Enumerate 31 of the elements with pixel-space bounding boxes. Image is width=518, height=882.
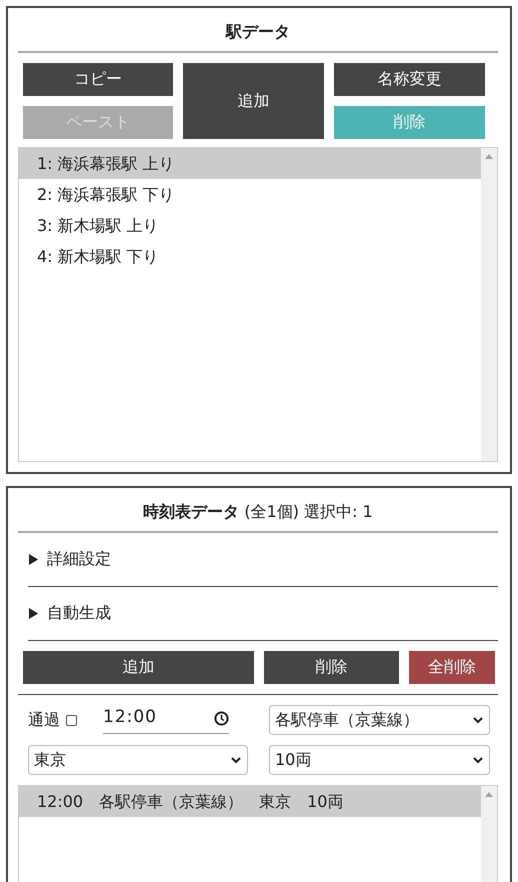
scroll-up-icon [485,792,493,797]
selection-text: 選択中: 1 [304,502,373,521]
panel-title: 駅データ [226,22,290,41]
scroll-up-icon [485,154,493,159]
train-type-select[interactable]: 各駅停車（京葉線） [269,705,490,735]
section-toggle[interactable]: 詳細設定 [47,549,111,570]
rename-button[interactable]: 名称変更 [334,63,485,96]
scrollbar[interactable] [481,148,497,461]
station-item[interactable]: 4: 新木場駅 下り [19,241,481,272]
add-button[interactable]: 追加 [23,651,254,684]
scrollbar[interactable] [481,786,497,882]
chevron-icon [231,756,241,764]
count-text: (全1個) [244,502,299,521]
station-item[interactable]: 2: 海浜幕張駅 下り [19,179,481,210]
copy-button[interactable]: コピー [23,63,173,96]
station-item[interactable]: 1: 海浜幕張駅 上り [19,148,481,179]
section-toggle[interactable]: 自動生成 [47,603,111,624]
chevron-icon [473,716,483,724]
destination-select[interactable]: 東京 [28,745,248,775]
panel-title: 時刻表データ [143,502,240,521]
cars-select[interactable]: 10両 [269,745,490,775]
station-item[interactable]: 3: 新木場駅 上り [19,210,481,241]
timetable-row[interactable]: 12:00 各駅停車（京葉線） 東京 10両 [19,786,481,817]
chevron-icon [473,756,483,764]
pass-checkbox[interactable] [66,714,77,726]
clear-button[interactable]: 全削除 [409,651,495,684]
clock-icon [214,710,229,726]
delete-button[interactable]: 削除 [264,651,399,684]
add-button[interactable]: 追加 [183,63,324,139]
time-field[interactable]: 12:00 [103,706,229,734]
pass-label: 通過 [28,710,60,730]
